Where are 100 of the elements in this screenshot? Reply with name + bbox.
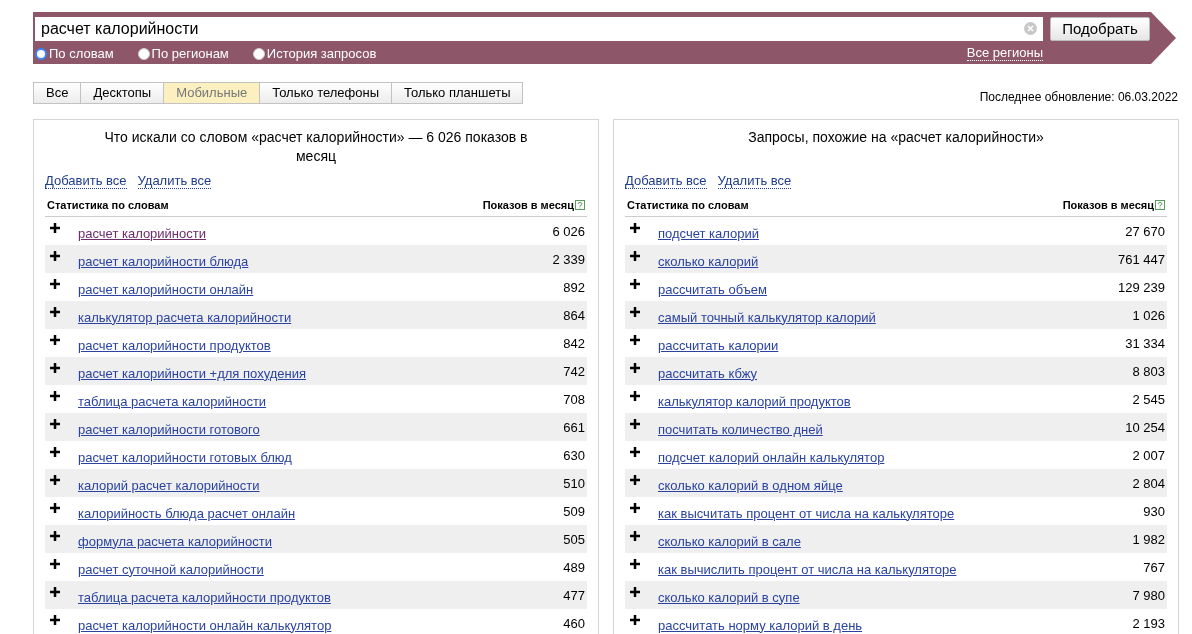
all-regions-link[interactable]: Все регионы [966, 46, 1043, 62]
keyword-link[interactable]: подсчет калорий [658, 223, 759, 243]
keyword-link[interactable]: формула расчета калорийности [78, 531, 272, 551]
column-header: Показов в месяц [482, 198, 574, 213]
plus-icon[interactable] [50, 614, 60, 625]
plus-icon[interactable] [50, 502, 60, 513]
keyword-link[interactable]: расчет калорийности +для похудения [78, 363, 306, 383]
impressions-count: 761 447 [1118, 250, 1165, 269]
plus-icon[interactable] [630, 334, 640, 345]
add-all-link[interactable]: Добавить все [625, 174, 707, 189]
column-header: Статистика по словам [627, 198, 749, 213]
search-mode-radio[interactable]: По словам [35, 44, 114, 64]
impressions-count: 842 [563, 334, 585, 353]
keyword-link[interactable]: рассчитать кбжу [658, 363, 758, 383]
plus-icon[interactable] [630, 278, 640, 289]
keyword-link[interactable]: расчет калорийности готового [78, 419, 260, 439]
keyword-link[interactable]: сколько калорий в одном яйце [658, 475, 843, 495]
plus-icon[interactable] [50, 558, 60, 569]
keyword-link[interactable]: как высчитать процент от числа на калькуляторе [658, 503, 955, 523]
keyword-link[interactable]: расчет калорийности продуктов [78, 335, 271, 355]
plus-icon[interactable] [50, 222, 60, 233]
add-all-link[interactable]: Добавить все [45, 174, 127, 189]
column-header: Статистика по словам [47, 198, 169, 213]
keyword-link[interactable]: таблица расчета калорийности [78, 391, 267, 411]
search-field[interactable]: расчет калорийности [35, 17, 1043, 41]
keyword-link[interactable]: сколько калорий в сале [658, 531, 801, 551]
plus-icon[interactable] [50, 362, 60, 373]
impressions-count: 661 [563, 418, 585, 437]
plus-icon[interactable] [50, 390, 60, 401]
remove-all-link[interactable]: Удалить все [717, 174, 792, 189]
plus-icon[interactable] [50, 446, 60, 457]
keyword-link[interactable]: расчет калорийности [78, 223, 206, 243]
plus-icon[interactable] [630, 362, 640, 373]
search-mode-radio[interactable]: По регионам [137, 44, 229, 64]
device-tab[interactable]: Мобильные [163, 82, 261, 104]
plus-icon[interactable] [630, 558, 640, 569]
device-tab[interactable]: Десктопы [80, 82, 165, 104]
impressions-count: 510 [563, 474, 585, 493]
device-tab[interactable]: Все [33, 82, 82, 104]
keyword-link[interactable]: расчет калорийности готовых блюд [78, 447, 292, 467]
plus-icon[interactable] [630, 222, 640, 233]
keyword-link[interactable]: расчет калорийности онлайн калькулятор [78, 615, 332, 634]
keyword-link[interactable]: сколько калорий [658, 251, 759, 271]
impressions-count: 489 [563, 558, 585, 577]
device-tab[interactable]: Только планшеты [391, 82, 524, 104]
plus-icon[interactable] [630, 474, 640, 485]
plus-icon[interactable] [630, 390, 640, 401]
impressions-count: 10 254 [1125, 418, 1165, 437]
search-mode-radio[interactable]: История запросов [252, 44, 377, 64]
keyword-link[interactable]: рассчитать норму калорий в день [658, 615, 863, 634]
plus-icon[interactable] [50, 278, 60, 289]
plus-icon[interactable] [50, 306, 60, 317]
impressions-count: 477 [563, 586, 585, 605]
keyword-link[interactable]: расчет калорийности онлайн [78, 279, 254, 299]
impressions-count: 2 804 [1132, 474, 1165, 493]
device-tab[interactable]: Только телефоны [259, 82, 392, 104]
keyword-link[interactable]: таблица расчета калорийности продуктов [78, 587, 331, 607]
help-icon[interactable] [1155, 200, 1165, 211]
plus-icon[interactable] [50, 250, 60, 261]
keyword-link[interactable]: посчитать количество дней [658, 419, 823, 439]
remove-all-link[interactable]: Удалить все [137, 174, 212, 189]
help-icon[interactable] [575, 200, 585, 211]
impressions-count: 129 239 [1118, 278, 1165, 297]
keyword-link[interactable]: самый точный калькулятор калорий [658, 307, 876, 327]
plus-icon[interactable] [630, 306, 640, 317]
panel-title: Запросы, похожие на «расчет калорийности» [747, 128, 1045, 147]
panel-title: Что искали со словом «расчет калорийности» — 6 026 показов в месяц [103, 128, 529, 166]
plus-icon[interactable] [50, 334, 60, 345]
plus-icon[interactable] [50, 530, 60, 541]
keyword-link[interactable]: как вычислить процент от числа на калькуляторе [658, 559, 957, 579]
impressions-count: 930 [1143, 502, 1165, 521]
keyword-link[interactable]: расчет суточной калорийности [78, 559, 264, 579]
keyword-link[interactable]: подсчет калорий онлайн калькулятор [658, 447, 885, 467]
impressions-count: 864 [563, 306, 585, 325]
plus-icon[interactable] [630, 586, 640, 597]
plus-icon[interactable] [50, 418, 60, 429]
plus-icon[interactable] [630, 446, 640, 457]
keyword-link[interactable]: калькулятор калорий продуктов [658, 391, 851, 411]
impressions-count: 505 [563, 530, 585, 549]
impressions-count: 630 [563, 446, 585, 465]
impressions-count: 2 007 [1132, 446, 1165, 465]
plus-icon[interactable] [630, 614, 640, 625]
impressions-count: 8 803 [1132, 362, 1165, 381]
pick-button[interactable]: Подобрать [1050, 17, 1150, 41]
impressions-count: 767 [1143, 558, 1165, 577]
keyword-link[interactable]: калькулятор расчета калорийности [78, 307, 292, 327]
keyword-link[interactable]: калорийность блюда расчет онлайн [78, 503, 296, 523]
keyword-link[interactable]: сколько калорий в супе [658, 587, 800, 607]
plus-icon[interactable] [630, 418, 640, 429]
keyword-link[interactable]: калорий расчет калорийности [78, 475, 260, 495]
impressions-count: 1 026 [1132, 306, 1165, 325]
keyword-link[interactable]: рассчитать калории [658, 335, 779, 355]
plus-icon[interactable] [630, 502, 640, 513]
plus-icon[interactable] [50, 586, 60, 597]
plus-icon[interactable] [630, 530, 640, 541]
keyword-link[interactable]: рассчитать объем [658, 279, 767, 299]
plus-icon[interactable] [50, 474, 60, 485]
plus-icon[interactable] [630, 250, 640, 261]
keyword-link[interactable]: расчет калорийности блюда [78, 251, 249, 271]
impressions-count: 6 026 [552, 222, 585, 241]
